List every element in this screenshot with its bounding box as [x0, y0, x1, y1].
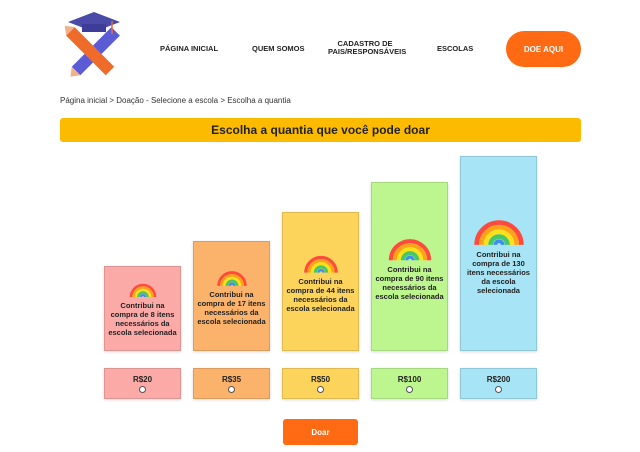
- amount-radio[interactable]: [317, 385, 324, 393]
- amount-label: R$50: [310, 374, 331, 384]
- donation-card-35: Contribui na compra de 17 itens necessár…: [193, 241, 270, 351]
- amount-option-100[interactable]: R$100: [371, 368, 448, 399]
- amount-option-20[interactable]: R$20: [104, 368, 181, 399]
- amount-label: R$100: [397, 374, 422, 384]
- page-title: Escolha a quantia que você pode doar: [60, 118, 581, 142]
- amount-radio[interactable]: [495, 385, 502, 393]
- donate-button[interactable]: Doar: [283, 419, 358, 445]
- rainbow-icon: [129, 283, 156, 298]
- nav-schools[interactable]: ESCOLAS: [437, 45, 473, 53]
- amount-option-50[interactable]: R$50: [282, 368, 359, 399]
- amount-label: R$200: [486, 374, 511, 384]
- nav-home[interactable]: PÁGINA INICIAL: [160, 45, 218, 53]
- amount-label: R$35: [221, 374, 242, 384]
- rainbow-icon: [473, 219, 524, 245]
- logo-icon: [64, 12, 120, 77]
- donation-card-20: Contribui na compra de 8 itens necessári…: [104, 266, 181, 351]
- amount-radio[interactable]: [406, 385, 413, 393]
- amount-label: R$20: [132, 374, 153, 384]
- donation-card-50: Contribui na compra de 44 itens necessár…: [282, 212, 359, 351]
- card-description: Contribui na compra de 44 itens necessár…: [286, 276, 355, 313]
- card-description: Contribui na compra de 17 itens necessár…: [197, 289, 266, 326]
- donate-here-button[interactable]: DOE AQUI: [506, 31, 581, 67]
- donation-card-100: Contribui na compra de 90 itens necessár…: [371, 182, 448, 351]
- amount-radio[interactable]: [139, 385, 146, 393]
- amount-radio[interactable]: [228, 385, 235, 393]
- card-description: Contribui na compra de 8 itens necessári…: [108, 301, 177, 337]
- nav-about[interactable]: QUEM SOMOS: [252, 45, 305, 53]
- rainbow-icon: [303, 255, 338, 273]
- card-description: Contribui na compra de 130 itens necessá…: [467, 249, 530, 295]
- card-description: Contribui na compra de 90 itens necessár…: [375, 264, 444, 301]
- amount-option-200[interactable]: R$200: [460, 368, 537, 399]
- rainbow-icon: [388, 238, 431, 261]
- rainbow-icon: [216, 270, 247, 286]
- amount-option-35[interactable]: R$35: [193, 368, 270, 399]
- donation-card-200: Contribui na compra de 130 itens necessá…: [460, 156, 537, 351]
- breadcrumb: Página inicial > Doação - Selecione a es…: [60, 96, 291, 105]
- nav-parents-registration[interactable]: CADASTRO DE PAIS/RESPONSÁVEIS: [328, 40, 406, 56]
